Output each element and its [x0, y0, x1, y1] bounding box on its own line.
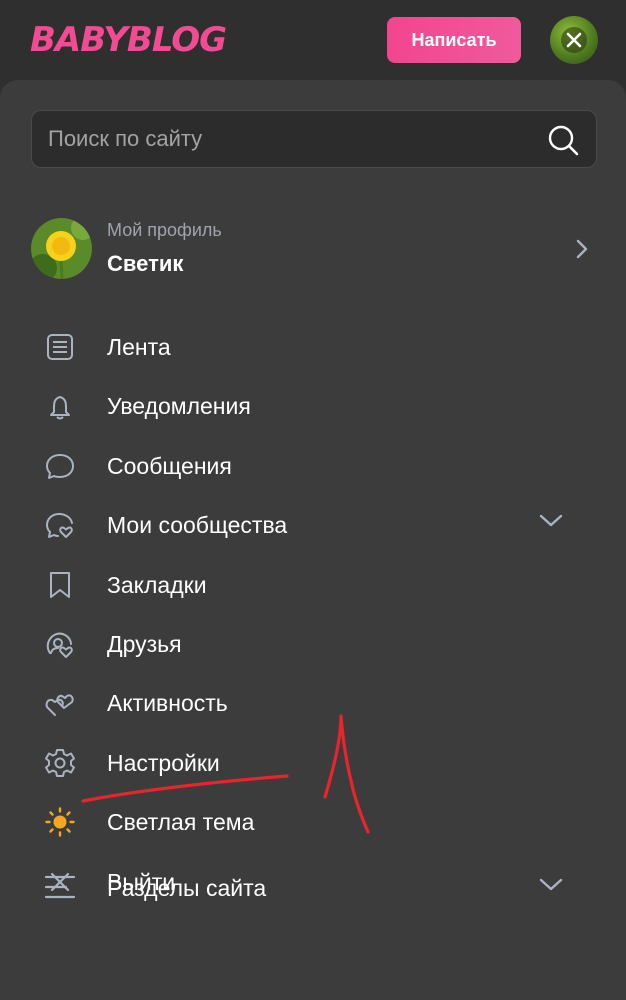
- search-input[interactable]: [48, 111, 538, 167]
- top-bar: BABYBLOG Написать: [0, 0, 626, 80]
- menu-item-settings[interactable]: Настройки: [0, 733, 626, 792]
- community-icon: [44, 509, 76, 541]
- chevron-down-icon[interactable]: [538, 877, 564, 898]
- chevron-right-icon: [575, 238, 589, 265]
- menu-item-label: Светлая тема: [107, 809, 255, 836]
- search-icon[interactable]: [546, 123, 580, 162]
- menu-item-friends[interactable]: Друзья: [0, 614, 626, 673]
- site-sections-toggle[interactable]: Разделы сайта: [0, 857, 626, 917]
- friends-icon: [44, 628, 76, 660]
- profile-name: Светик: [107, 251, 184, 276]
- close-icon: [561, 27, 587, 53]
- menu-item-feed[interactable]: Лента: [0, 317, 626, 376]
- main-menu: Лента Уведомления Сообщения Мои сообщест…: [0, 317, 626, 911]
- menu-item-label: Сообщения: [107, 452, 232, 479]
- sections-label: Разделы сайта: [107, 875, 267, 901]
- menu-item-label: Лента: [107, 334, 171, 360]
- search-box: [31, 110, 597, 168]
- menu-item-label: Друзья: [107, 630, 182, 657]
- chat-bubble-icon: [44, 450, 76, 482]
- user-avatar-close-button[interactable]: [550, 16, 598, 64]
- menu-item-label: Мои сообщества: [107, 512, 288, 539]
- menu-item-label: Настройки: [107, 749, 220, 776]
- profile-subtitle: Мой профиль: [107, 220, 222, 240]
- menu-item-label: Уведомления: [107, 393, 251, 420]
- gear-icon: [44, 747, 76, 779]
- my-profile-link[interactable]: Мой профиль Светик: [31, 218, 597, 282]
- chevron-down-icon[interactable]: [538, 513, 564, 534]
- menu-item-label: Активность: [107, 690, 228, 717]
- menu-item-light-theme[interactable]: Светлая тема: [0, 792, 626, 851]
- babyblog-logo[interactable]: BABYBLOG: [30, 18, 227, 62]
- hearts-icon: [44, 687, 76, 719]
- bookmark-icon: [44, 569, 76, 601]
- feed-icon: [44, 331, 76, 363]
- menu-lines-icon: [44, 873, 76, 906]
- menu-item-activity[interactable]: Активность: [0, 673, 626, 732]
- menu-item-label: Закладки: [107, 571, 207, 598]
- menu-item-bookmarks[interactable]: Закладки: [0, 555, 626, 614]
- sun-icon: [44, 806, 76, 838]
- menu-item-messages[interactable]: Сообщения: [0, 436, 626, 495]
- menu-item-communities[interactable]: Мои сообщества: [0, 495, 626, 554]
- write-button[interactable]: Написать: [387, 17, 521, 63]
- menu-item-notifications[interactable]: Уведомления: [0, 376, 626, 435]
- bell-icon: [44, 390, 76, 422]
- avatar: [31, 218, 92, 279]
